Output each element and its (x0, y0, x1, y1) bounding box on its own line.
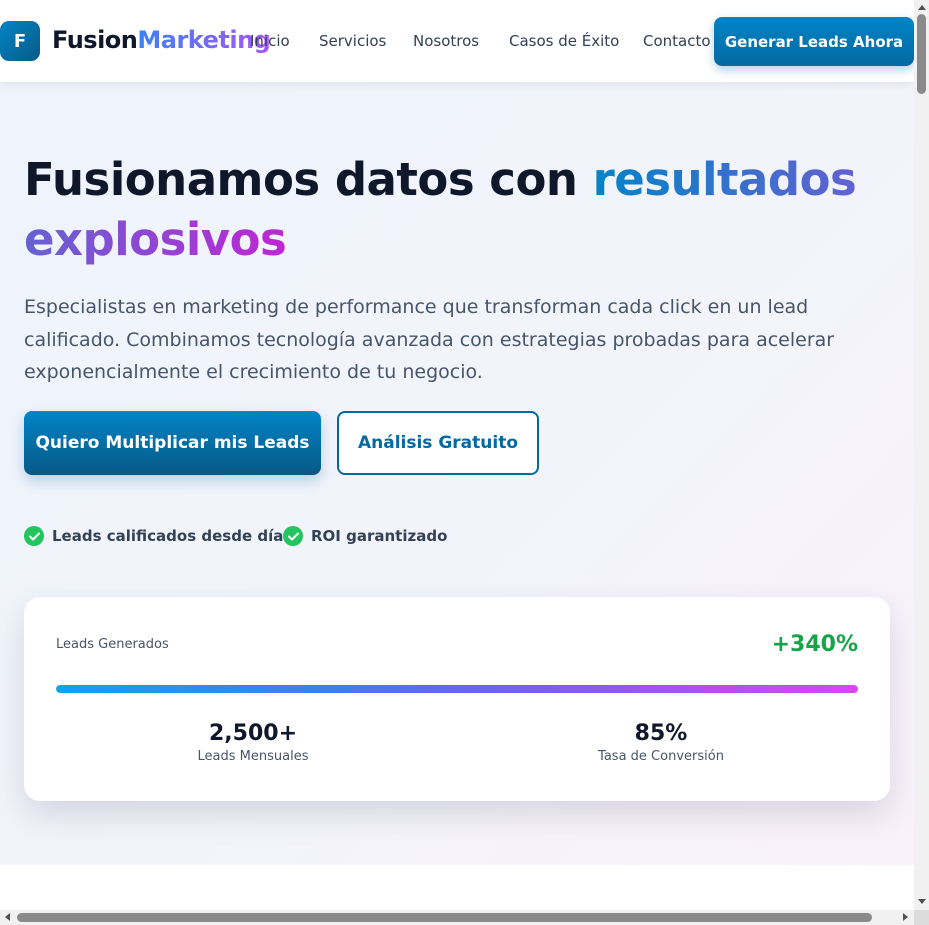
free-analysis-button[interactable]: Análisis Gratuito (337, 411, 539, 475)
horizontal-scrollbar-thumb[interactable] (17, 913, 872, 922)
nav-link-servicios[interactable]: Servicios (319, 32, 386, 50)
logo-icon[interactable]: F (0, 21, 40, 61)
nav-link-casos-de-exito[interactable]: Casos de Éxito (509, 32, 619, 50)
hero-title: Fusionamos datos con resultados explosiv… (24, 150, 884, 270)
nav-link-inicio[interactable]: Inicio (250, 32, 290, 50)
feature-item: ROI garantizado (283, 526, 447, 546)
nav-link-contacto[interactable]: Contacto (643, 32, 711, 50)
nav-link-nosotros[interactable]: Nosotros (413, 32, 479, 50)
stats-card-label: Leads Generados (56, 637, 169, 652)
vertical-scrollbar-thumb[interactable] (917, 14, 926, 94)
feature-label: Leads calificados desde día 1 (52, 527, 299, 545)
growth-value: +340% (771, 632, 858, 657)
stat-label: Leads Mensuales (197, 749, 309, 764)
scroll-right-arrow-icon[interactable] (903, 913, 908, 921)
stat-value: 2,500+ (208, 721, 298, 746)
feature-label: ROI garantizado (311, 527, 448, 545)
check-circle-icon (283, 526, 303, 546)
stat-label: Tasa de Conversión (598, 749, 724, 764)
scroll-down-arrow-icon[interactable] (918, 899, 926, 904)
stat-conversion-rate: 85% Tasa de Conversión (511, 719, 811, 764)
leads-progress-fill (56, 685, 858, 693)
page-viewport: F FusionMarketing Inicio Servicios Nosot… (0, 0, 914, 910)
vertical-scrollbar[interactable] (914, 0, 929, 910)
hero-title-plain: Fusionamos datos con (24, 153, 593, 206)
feature-item: Leads calificados desde día 1 (24, 526, 299, 546)
brand-logo[interactable]: FusionMarketing (52, 26, 271, 54)
leads-progress-bar (56, 685, 858, 693)
stats-card: Leads Generados +340% 2,500+ Leads Mensu… (24, 597, 890, 801)
check-circle-icon (24, 526, 44, 546)
navbar: F FusionMarketing Inicio Servicios Nosot… (0, 0, 914, 82)
multiply-leads-button[interactable]: Quiero Multiplicar mis Leads (24, 411, 321, 475)
horizontal-scrollbar[interactable] (0, 910, 914, 925)
hero-subtitle: Especialistas en marketing de performanc… (24, 296, 835, 383)
scroll-up-arrow-icon[interactable] (918, 5, 926, 10)
scrollbar-corner (914, 910, 929, 925)
generate-leads-button[interactable]: Generar Leads Ahora (714, 17, 914, 66)
scroll-left-arrow-icon[interactable] (5, 913, 10, 921)
stat-monthly-leads: 2,500+ Leads Mensuales (103, 719, 403, 764)
stat-value: 85% (634, 721, 688, 746)
brand-name-fusion: Fusion (52, 26, 138, 54)
